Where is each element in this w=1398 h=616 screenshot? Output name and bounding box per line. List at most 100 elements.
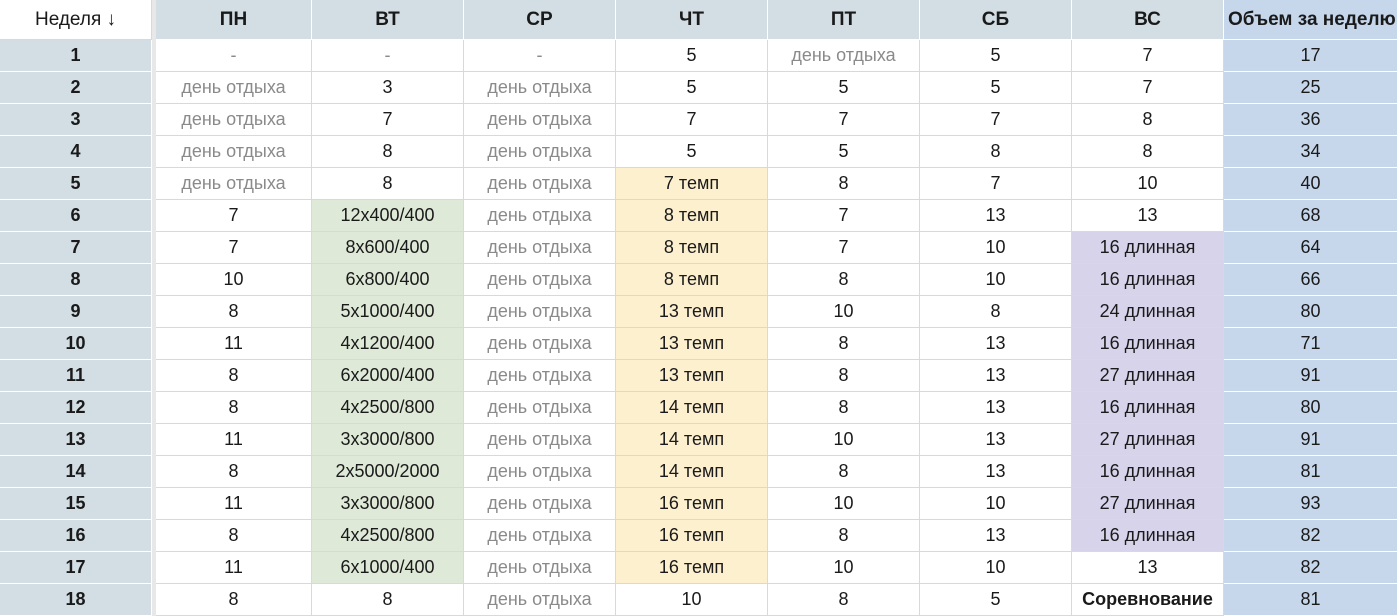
day-cell-sun[interactable]: 27 длинная — [1072, 424, 1224, 456]
weekly-volume-cell[interactable]: 93 — [1224, 488, 1398, 520]
day-cell-tue[interactable]: 3 — [312, 72, 464, 104]
day-cell-tue[interactable]: 4x2500/800 — [312, 392, 464, 424]
day-cell-mon[interactable]: 8 — [156, 296, 312, 328]
day-cell-mon[interactable]: 8 — [156, 584, 312, 616]
day-cell-sat[interactable]: 10 — [920, 264, 1072, 296]
day-cell-sat[interactable]: 5 — [920, 72, 1072, 104]
day-cell-wed[interactable]: день отдыха — [464, 72, 616, 104]
day-cell-wed[interactable]: день отдыха — [464, 200, 616, 232]
day-cell-thu[interactable]: 8 темп — [616, 200, 768, 232]
weekly-volume-cell[interactable]: 34 — [1224, 136, 1398, 168]
volume-column-header[interactable]: Объем за неделю — [1224, 0, 1398, 40]
day-cell-sun[interactable]: Соревнование — [1072, 584, 1224, 616]
day-cell-tue[interactable]: 4x2500/800 — [312, 520, 464, 552]
day-cell-fri[interactable]: 8 — [768, 584, 920, 616]
day-cell-wed[interactable]: день отдыха — [464, 392, 616, 424]
weekly-volume-cell[interactable]: 17 — [1224, 40, 1398, 72]
day-cell-tue[interactable]: 6x1000/400 — [312, 552, 464, 584]
week-number-cell[interactable]: 10 — [0, 328, 152, 360]
day-cell-sun[interactable]: 16 длинная — [1072, 456, 1224, 488]
day-cell-wed[interactable]: день отдыха — [464, 264, 616, 296]
weekly-volume-cell[interactable]: 64 — [1224, 232, 1398, 264]
day-cell-thu[interactable]: 16 темп — [616, 488, 768, 520]
day-header-fri[interactable]: ПТ — [768, 0, 920, 40]
day-cell-sat[interactable]: 8 — [920, 296, 1072, 328]
day-cell-sun[interactable]: 7 — [1072, 72, 1224, 104]
day-cell-sun[interactable]: 24 длинная — [1072, 296, 1224, 328]
weekly-volume-cell[interactable]: 66 — [1224, 264, 1398, 296]
day-cell-sat[interactable]: 13 — [920, 520, 1072, 552]
day-cell-tue[interactable]: - — [312, 40, 464, 72]
day-cell-tue[interactable]: 5x1000/400 — [312, 296, 464, 328]
day-cell-fri[interactable]: день отдыха — [768, 40, 920, 72]
day-cell-fri[interactable]: 7 — [768, 104, 920, 136]
day-cell-sun[interactable]: 27 длинная — [1072, 360, 1224, 392]
day-cell-mon[interactable]: 7 — [156, 200, 312, 232]
day-cell-wed[interactable]: день отдыха — [464, 520, 616, 552]
week-number-cell[interactable]: 13 — [0, 424, 152, 456]
day-cell-mon[interactable]: 10 — [156, 264, 312, 296]
day-cell-thu[interactable]: 8 темп — [616, 232, 768, 264]
day-cell-fri[interactable]: 10 — [768, 488, 920, 520]
day-cell-sat[interactable]: 13 — [920, 328, 1072, 360]
day-cell-mon[interactable]: 8 — [156, 392, 312, 424]
weekly-volume-cell[interactable]: 68 — [1224, 200, 1398, 232]
week-number-cell[interactable]: 14 — [0, 456, 152, 488]
day-cell-mon[interactable]: день отдыха — [156, 104, 312, 136]
weekly-volume-cell[interactable]: 80 — [1224, 296, 1398, 328]
day-cell-tue[interactable]: 6x800/400 — [312, 264, 464, 296]
day-cell-sun[interactable]: 27 длинная — [1072, 488, 1224, 520]
day-cell-sun[interactable]: 13 — [1072, 552, 1224, 584]
day-header-sun[interactable]: ВС — [1072, 0, 1224, 40]
weekly-volume-cell[interactable]: 82 — [1224, 520, 1398, 552]
week-number-cell[interactable]: 6 — [0, 200, 152, 232]
day-cell-mon[interactable]: 8 — [156, 520, 312, 552]
day-cell-mon[interactable]: 11 — [156, 488, 312, 520]
day-cell-sat[interactable]: 13 — [920, 392, 1072, 424]
weekly-volume-cell[interactable]: 25 — [1224, 72, 1398, 104]
day-cell-wed[interactable]: день отдыха — [464, 232, 616, 264]
weekly-volume-cell[interactable]: 36 — [1224, 104, 1398, 136]
weekly-volume-cell[interactable]: 82 — [1224, 552, 1398, 584]
day-cell-sat[interactable]: 5 — [920, 584, 1072, 616]
day-cell-wed[interactable]: день отдыха — [464, 296, 616, 328]
day-cell-fri[interactable]: 7 — [768, 200, 920, 232]
week-number-cell[interactable]: 5 — [0, 168, 152, 200]
day-cell-mon[interactable]: день отдыха — [156, 136, 312, 168]
day-cell-tue[interactable]: 4x1200/400 — [312, 328, 464, 360]
day-cell-tue[interactable]: 7 — [312, 104, 464, 136]
week-number-cell[interactable]: 12 — [0, 392, 152, 424]
day-cell-thu[interactable]: 14 темп — [616, 424, 768, 456]
week-number-cell[interactable]: 3 — [0, 104, 152, 136]
day-header-tue[interactable]: ВТ — [312, 0, 464, 40]
day-cell-tue[interactable]: 3x3000/800 — [312, 488, 464, 520]
day-cell-tue[interactable]: 6x2000/400 — [312, 360, 464, 392]
day-cell-fri[interactable]: 7 — [768, 232, 920, 264]
day-cell-wed[interactable]: - — [464, 40, 616, 72]
day-cell-thu[interactable]: 5 — [616, 40, 768, 72]
day-cell-sat[interactable]: 13 — [920, 456, 1072, 488]
day-cell-tue[interactable]: 8 — [312, 168, 464, 200]
day-cell-wed[interactable]: день отдыха — [464, 488, 616, 520]
weekly-volume-cell[interactable]: 40 — [1224, 168, 1398, 200]
day-cell-fri[interactable]: 8 — [768, 520, 920, 552]
day-cell-tue[interactable]: 3x3000/800 — [312, 424, 464, 456]
day-cell-mon[interactable]: 8 — [156, 456, 312, 488]
day-cell-mon[interactable]: 11 — [156, 552, 312, 584]
day-cell-fri[interactable]: 10 — [768, 424, 920, 456]
day-cell-thu[interactable]: 7 темп — [616, 168, 768, 200]
day-cell-tue[interactable]: 12x400/400 — [312, 200, 464, 232]
day-cell-sat[interactable]: 8 — [920, 136, 1072, 168]
day-cell-wed[interactable]: день отдыха — [464, 584, 616, 616]
day-cell-wed[interactable]: день отдыха — [464, 136, 616, 168]
day-cell-sun[interactable]: 16 длинная — [1072, 232, 1224, 264]
day-cell-mon[interactable]: день отдыха — [156, 72, 312, 104]
weekly-volume-cell[interactable]: 81 — [1224, 584, 1398, 616]
day-cell-thu[interactable]: 13 темп — [616, 296, 768, 328]
day-cell-wed[interactable]: день отдыха — [464, 328, 616, 360]
day-header-mon[interactable]: ПН — [156, 0, 312, 40]
day-cell-wed[interactable]: день отдыха — [464, 424, 616, 456]
day-cell-thu[interactable]: 13 темп — [616, 328, 768, 360]
day-cell-mon[interactable]: 11 — [156, 424, 312, 456]
day-cell-sat[interactable]: 7 — [920, 168, 1072, 200]
